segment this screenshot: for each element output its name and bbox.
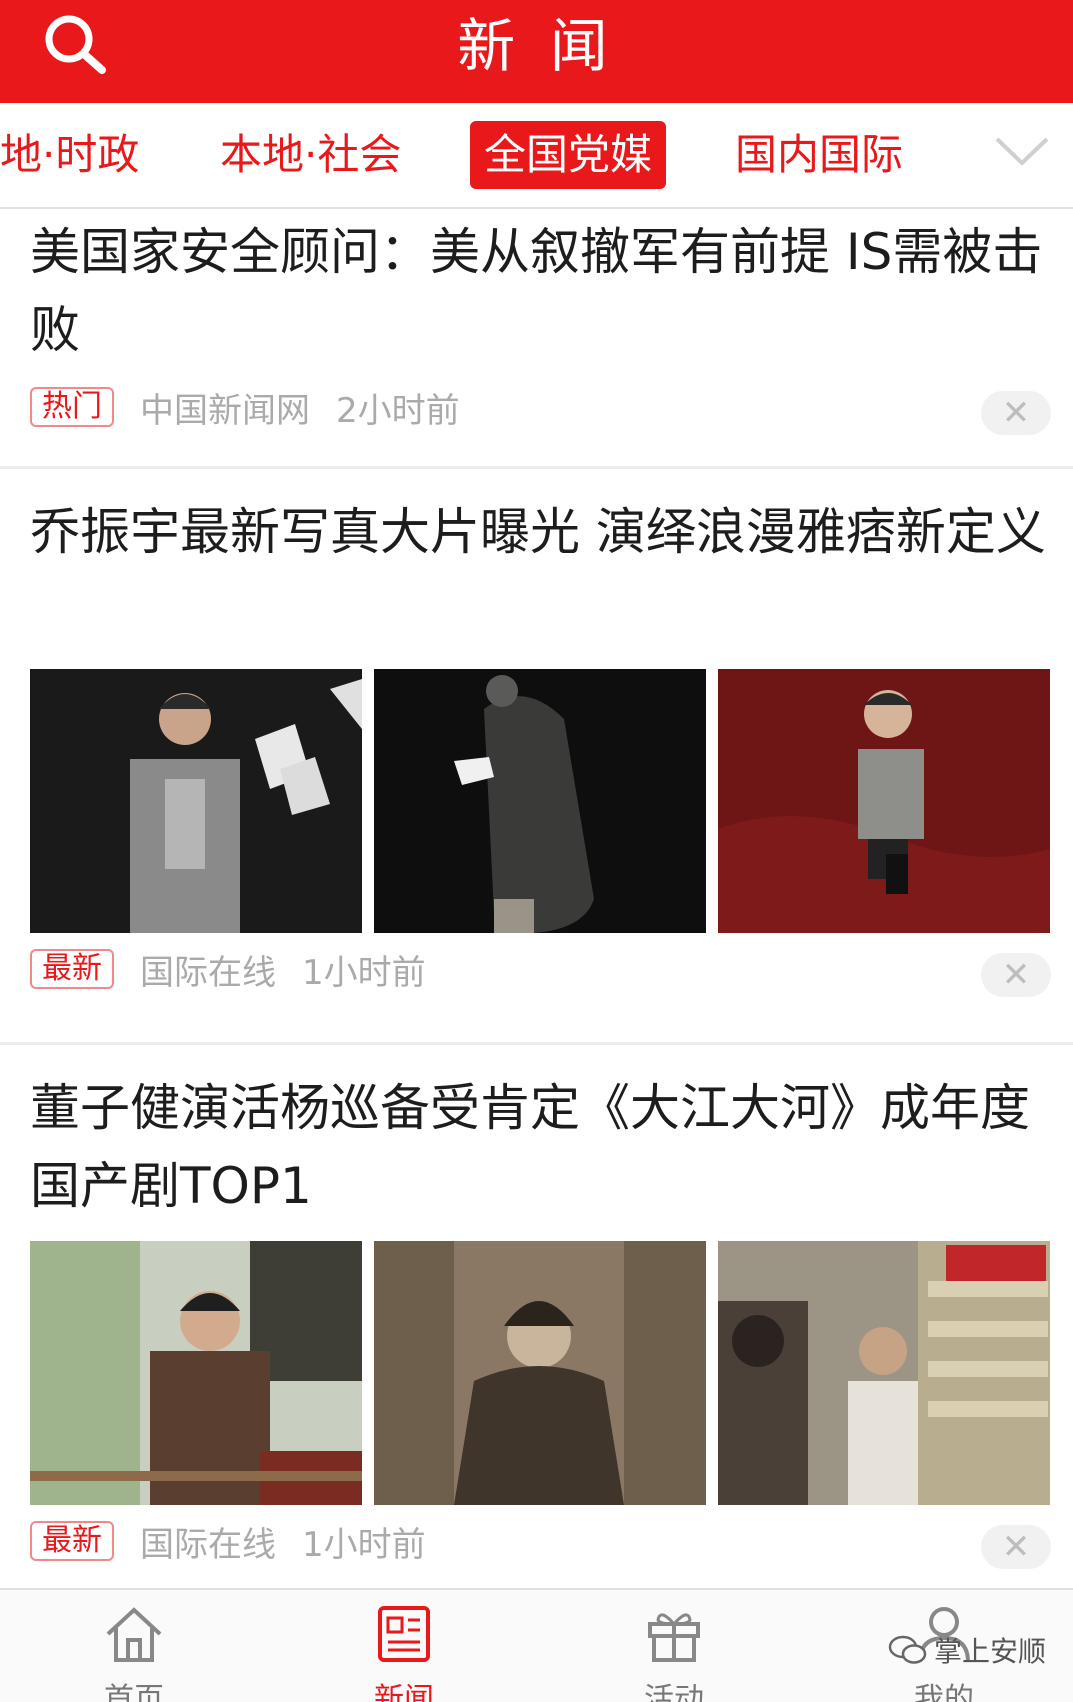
news-time: 2小时前 — [336, 390, 460, 431]
dismiss-button[interactable]: ✕ — [981, 391, 1051, 435]
news-thumbnail[interactable] — [30, 1241, 362, 1505]
tab-local-society[interactable]: 本地·社会 — [220, 121, 401, 189]
news-thumbnails[interactable] — [30, 669, 1050, 933]
category-tabs: 本地·时政 本地·社会 全国党媒 国内国际 — [0, 103, 1073, 209]
news-thumbnail[interactable] — [374, 1241, 706, 1505]
news-source: 中国新闻网 — [140, 390, 310, 431]
news-icon — [378, 1606, 430, 1662]
wechat-icon — [888, 1635, 927, 1664]
watermark: 掌上安顺 — [888, 1630, 1046, 1670]
app-header: 新 闻 — [0, 0, 1073, 103]
gift-icon — [648, 1613, 700, 1662]
watermark-text: 掌上安顺 — [934, 1635, 1047, 1668]
news-thumbnail[interactable] — [374, 669, 706, 933]
page-title: 新 闻 — [457, 12, 616, 80]
news-meta: 热门 中国新闻网 2小时前 — [30, 385, 460, 431]
new-badge: 最新 — [30, 1521, 114, 1561]
news-source: 国际在线 — [140, 952, 276, 993]
nav-label: 新闻 — [374, 1682, 434, 1702]
home-icon — [106, 1607, 162, 1662]
news-title[interactable]: 董子健演活杨巡备受肯定《大江大河》成年度国产剧TOP1 — [30, 1069, 1050, 1225]
news-title[interactable]: 美国家安全顾问：美从叙撤军有前提 IS需被击败 — [30, 213, 1050, 369]
nav-label: 活动 — [644, 1682, 704, 1702]
tab-local-politics[interactable]: 本地·时政 — [0, 121, 139, 189]
nav-home[interactable]: 首页 — [34, 1590, 234, 1702]
new-badge: 最新 — [30, 949, 114, 989]
news-thumbnail[interactable] — [718, 669, 1050, 933]
news-meta: 最新 国际在线 1小时前 — [30, 1519, 426, 1565]
tab-domestic-international[interactable]: 国内国际 — [735, 121, 903, 189]
nav-news[interactable]: 新闻 — [304, 1590, 504, 1702]
dismiss-button[interactable]: ✕ — [981, 953, 1051, 997]
news-meta: 最新 国际在线 1小时前 — [30, 947, 426, 993]
news-item[interactable]: 董子健演活杨巡备受肯定《大江大河》成年度国产剧TOP1 最新 国际在线 1小时前… — [0, 1045, 1073, 1605]
news-time: 1小时前 — [302, 952, 426, 993]
news-source: 国际在线 — [140, 1524, 276, 1565]
nav-label: 我的 — [914, 1682, 974, 1702]
news-thumbnail[interactable] — [718, 1241, 1050, 1505]
news-item[interactable]: 美国家安全顾问：美从叙撤军有前提 IS需被击败 热门 中国新闻网 2小时前 ✕ — [0, 209, 1073, 469]
news-time: 1小时前 — [302, 1524, 426, 1565]
news-title[interactable]: 乔振宇最新写真大片曝光 演绎浪漫雅痞新定义 — [30, 493, 1050, 571]
chevron-down-icon[interactable] — [993, 131, 1051, 171]
dismiss-button[interactable]: ✕ — [981, 1525, 1051, 1569]
tab-national-party-media[interactable]: 全国党媒 — [470, 121, 667, 189]
news-item[interactable]: 乔振宇最新写真大片曝光 演绎浪漫雅痞新定义 最新 国际在线 1小时前 ✕ — [0, 469, 1073, 1045]
nav-label: 首页 — [104, 1682, 164, 1702]
hot-badge: 热门 — [30, 387, 114, 427]
news-thumbnail[interactable] — [30, 669, 362, 933]
nav-activities[interactable]: 活动 — [574, 1590, 774, 1702]
news-thumbnails[interactable] — [30, 1241, 1050, 1505]
